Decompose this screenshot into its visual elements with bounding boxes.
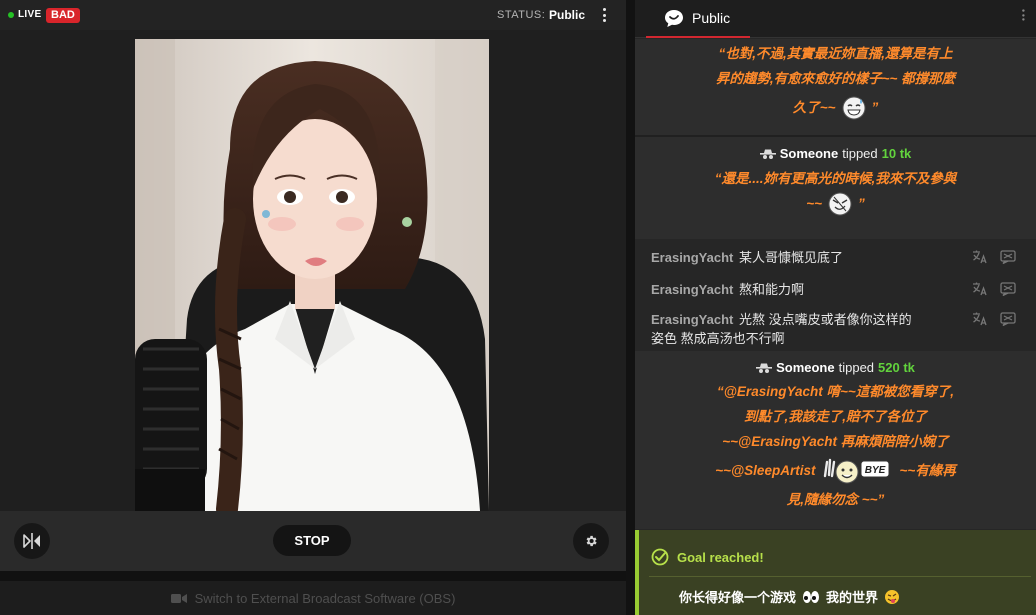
broadcast-panel: LIVE BAD STATUS: Public STOP Switch to E… <box>0 0 626 615</box>
tipper-username[interactable]: Someone <box>776 360 835 375</box>
goal-reached-notice: Goal reached! 你长得好像一个游戏 我的世界 <box>635 530 1036 615</box>
live-indicator-dot <box>8 12 14 18</box>
video-stage <box>0 30 626 511</box>
bye-wave-emoji-icon: BYE <box>824 458 890 483</box>
message-actions <box>972 250 1016 264</box>
translate-icon[interactable] <box>972 312 988 326</box>
chat-panel: Public “也對,不過,其實最近妳直播,還算是有上 昇的趨勢,有愈來愈好的樣… <box>635 0 1036 615</box>
chat-bubble-icon <box>665 9 683 27</box>
chat-message-text: 姿色 熬成高汤也不行啊 <box>651 331 785 346</box>
webcam-preview <box>135 39 489 511</box>
broadcast-app: LIVE BAD STATUS: Public STOP Switch to E… <box>0 0 1036 615</box>
tip-message-quote: ” <box>871 100 879 115</box>
tip-verb: tipped <box>842 146 878 161</box>
tip-amount: 10 tk <box>881 146 912 161</box>
tip-header: Someone tipped 10 tk <box>635 146 1036 161</box>
tip-message-line: 見,隨緣勿念 ~~” <box>786 492 885 507</box>
webcam-frame-image <box>135 39 489 511</box>
tip-amount: 520 tk <box>878 360 915 375</box>
report-flag-icon[interactable] <box>1000 312 1016 326</box>
status-label: STATUS: <box>497 9 546 21</box>
goal-title: Goal reached! <box>677 549 764 565</box>
status-bar: LIVE BAD STATUS: Public <box>0 0 626 30</box>
tip-message-text: ~~有緣再 <box>899 463 956 478</box>
tip-message-line: “也對,不過,其實最近妳直播,還算是有上 <box>718 46 953 61</box>
chat-message-text: 某人哥慷慨见底了 <box>739 250 844 265</box>
status-value[interactable]: Public <box>549 8 585 22</box>
report-flag-icon[interactable] <box>1000 250 1016 264</box>
tip-message-line: ~~@ErasingYacht 再麻煩陪陪小婉了 <box>722 434 949 449</box>
video-camera-icon <box>170 593 187 603</box>
tip-message: Someone tipped 520 tk “@ErasingYacht 唷~~… <box>635 351 1036 529</box>
tip-message-line: 到點了,我該走了,賠不了各位了 <box>743 409 927 424</box>
goal-header: Goal reached! <box>651 548 764 566</box>
tip-message-line: ~~@SleepArtist BYE ~~有緣再 <box>635 454 1036 487</box>
settings-button[interactable] <box>573 523 609 559</box>
chat-username[interactable]: ErasingYacht <box>651 282 733 297</box>
goal-target-check-icon <box>651 548 669 566</box>
tip-message: “也對,不過,其實最近妳直播,還算是有上 昇的趨勢,有愈來愈好的樣子~~ 都撐那… <box>635 39 1036 135</box>
translate-icon[interactable] <box>972 250 988 264</box>
tab-public-label: Public <box>692 10 731 26</box>
chat-menu-icon[interactable] <box>1017 8 1028 22</box>
message-actions <box>972 312 1016 326</box>
switch-to-obs-button[interactable]: Switch to External Broadcast Software (O… <box>0 581 626 615</box>
connection-quality-badge: BAD <box>46 8 80 23</box>
tip-message-line: “還是....妳有更高光的時候,我來不及參與 <box>714 171 957 186</box>
tip-header: Someone tipped 520 tk <box>635 360 1036 375</box>
chat-username[interactable]: ErasingYacht <box>651 250 733 265</box>
status-menu-icon[interactable] <box>597 6 611 24</box>
broadcast-controls: STOP <box>0 511 626 571</box>
mirror-video-button[interactable] <box>14 523 50 559</box>
tip-message-line: “@ErasingYacht 唷~~這都被您看穿了, <box>717 384 954 399</box>
pane-divider <box>626 0 635 615</box>
tongue-face-emoji-icon <box>885 589 900 604</box>
gear-icon <box>586 535 597 547</box>
message-actions <box>972 282 1016 296</box>
chat-message-text: 熬和能力啊 <box>739 282 805 297</box>
translate-icon[interactable] <box>972 282 988 296</box>
stop-broadcast-button[interactable]: STOP <box>273 525 351 556</box>
zany-face-emoji-icon <box>828 192 852 215</box>
tip-message-text: ~~ <box>806 196 823 211</box>
chat-message: ErasingYacht 光熬 没点嘴皮或者像你这样的 姿色 熬成高汤也不行啊 <box>635 310 1036 348</box>
grinning-sweat-emoji-icon <box>842 96 866 119</box>
goal-text-part: 我的世界 <box>826 590 879 605</box>
tip-message-text: 久了~~ <box>792 100 836 115</box>
switch-to-obs-label: Switch to External Broadcast Software (O… <box>194 590 456 606</box>
tab-public-chat[interactable]: Public <box>646 0 750 38</box>
tip-message: Someone tipped 10 tk “還是....妳有更高光的時候,我來不… <box>635 137 1036 239</box>
flip-horizontal-icon <box>23 533 40 549</box>
controls-separator <box>0 571 626 581</box>
tip-message-line: 昇的趨勢,有愈來愈好的樣子~~ 都撐那麼 <box>715 71 956 86</box>
anonymous-spy-icon <box>759 149 776 159</box>
chat-message-text: 光熬 没点嘴皮或者像你这样的 <box>739 312 912 327</box>
tip-message-line: ~~ ” <box>635 191 1036 216</box>
goal-divider <box>649 576 1031 577</box>
anonymous-spy-icon <box>756 363 773 373</box>
report-flag-icon[interactable] <box>1000 282 1016 296</box>
goal-text-part: 你长得好像一个游戏 <box>679 590 797 605</box>
bye-sticker-text: BYE <box>865 465 886 476</box>
tipper-username[interactable]: Someone <box>780 146 839 161</box>
live-label: LIVE <box>18 9 42 20</box>
eyes-emoji-icon <box>803 590 820 603</box>
tip-message-quote: ” <box>858 196 865 211</box>
chat-message: ErasingYacht 某人哥慷慨见底了 <box>635 248 1036 267</box>
chat-username[interactable]: ErasingYacht <box>651 312 733 327</box>
chat-message: ErasingYacht 熬和能力啊 <box>635 280 1036 299</box>
chat-header: Public <box>635 0 1036 38</box>
tip-message-text: ~~@SleepArtist <box>715 463 816 478</box>
tip-verb: tipped <box>838 360 875 375</box>
goal-description: 你长得好像一个游戏 我的世界 <box>679 587 900 606</box>
tip-message-line: 久了~~ ” <box>635 95 1036 120</box>
